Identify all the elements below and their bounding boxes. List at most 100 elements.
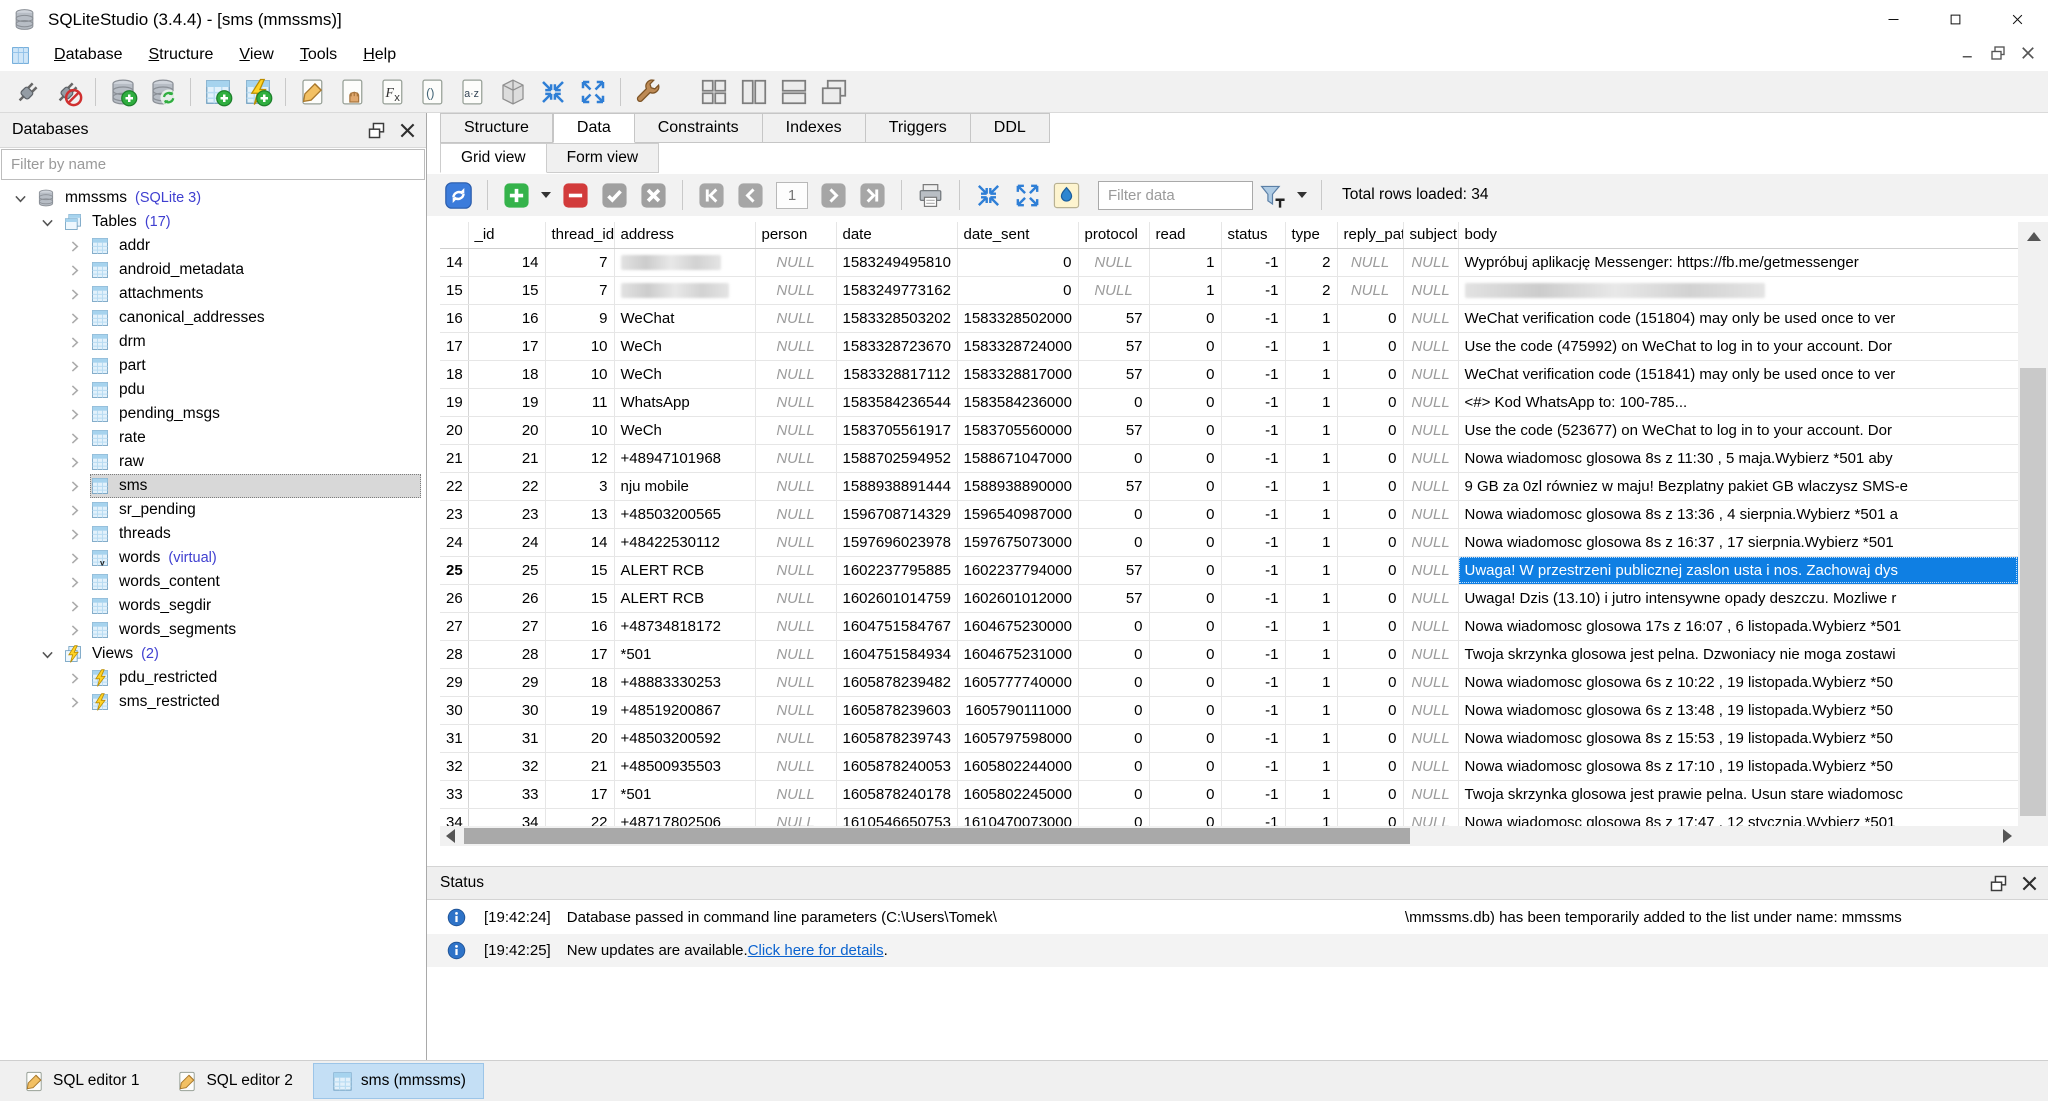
cell-subject[interactable]: NULL [1403, 332, 1458, 360]
column-header-type[interactable]: type [1285, 222, 1337, 248]
cell-thread_id[interactable]: 14 [545, 528, 614, 556]
cell-status[interactable]: -1 [1221, 556, 1285, 584]
cell-type[interactable]: 1 [1285, 528, 1337, 556]
cell-type[interactable]: 1 [1285, 584, 1337, 612]
sidebar-item-pdu-restricted[interactable]: pdu_restricted [0, 666, 426, 690]
taskbar-tab-sql-editor-2[interactable]: SQL editor 2 [159, 1063, 309, 1099]
cell-reply_path[interactable]: 0 [1337, 584, 1403, 612]
rollback-icon[interactable] [639, 181, 668, 210]
cell-status[interactable]: -1 [1221, 388, 1285, 416]
cell-date[interactable]: 1602601014759 [836, 584, 957, 612]
cell-protocol[interactable]: 0 [1078, 696, 1149, 724]
cell-date_sent[interactable]: 1604675231000 [957, 640, 1078, 668]
column-header-reply_path[interactable]: reply_path [1337, 222, 1403, 248]
cell-subject[interactable]: NULL [1403, 276, 1458, 304]
cell-person[interactable]: NULL [755, 752, 836, 780]
cell-date_sent[interactable]: 1597675073000 [957, 528, 1078, 556]
cell-date_sent[interactable]: 1588671047000 [957, 444, 1078, 472]
sidebar-item-sms-restricted[interactable]: sms_restricted [0, 690, 426, 714]
sidebar-item-pending-msgs[interactable]: pending_msgs [0, 402, 426, 426]
column-header-subject[interactable]: subject [1403, 222, 1458, 248]
cell-date[interactable]: 1605878239482 [836, 668, 957, 696]
cell-subject[interactable]: NULL [1403, 640, 1458, 668]
sidebar-item-words-content[interactable]: words_content [0, 570, 426, 594]
cell-protocol[interactable]: 57 [1078, 556, 1149, 584]
print-icon[interactable] [916, 181, 945, 210]
menu-help[interactable]: Help [350, 42, 409, 68]
cell-status[interactable]: -1 [1221, 780, 1285, 808]
cell-body[interactable]: Wypróbuj aplikację Messenger: https://fb… [1458, 248, 2018, 276]
cell-date_sent[interactable]: 1605802244000 [957, 752, 1078, 780]
cell-thread_id[interactable]: 3 [545, 472, 614, 500]
cell-date_sent[interactable]: 1605790111000 [957, 696, 1078, 724]
cell-type[interactable]: 1 [1285, 696, 1337, 724]
column-header-_id[interactable]: _id [468, 222, 545, 248]
cell-thread_id[interactable]: 16 [545, 612, 614, 640]
cell-person[interactable]: NULL [755, 472, 836, 500]
cell-_id[interactable]: 29 [468, 668, 545, 696]
row-number[interactable]: 21 [440, 444, 468, 472]
mdi-rows-icon[interactable] [779, 77, 809, 107]
horizontal-scrollbar[interactable] [440, 826, 2018, 846]
cell-reply_path[interactable]: 0 [1337, 752, 1403, 780]
cell-person[interactable]: NULL [755, 668, 836, 696]
menu-tools[interactable]: Tools [287, 42, 350, 68]
add-database-icon[interactable] [108, 77, 138, 107]
cell-address[interactable]: +48503200592 [614, 724, 755, 752]
cell-address[interactable] [614, 248, 755, 276]
cell-read[interactable]: 0 [1149, 724, 1221, 752]
cell-address[interactable]: *501 [614, 640, 755, 668]
cell-body[interactable]: Uwaga! W przestrzeni publicznej zaslon u… [1458, 556, 2018, 584]
cell-read[interactable]: 0 [1149, 360, 1221, 388]
column-header-address[interactable]: address [614, 222, 755, 248]
cell-reply_path[interactable]: 0 [1337, 416, 1403, 444]
close-icon[interactable] [397, 120, 418, 141]
mdi-columns-icon[interactable] [739, 77, 769, 107]
cell-address[interactable]: ALERT RCB [614, 556, 755, 584]
chev-right-icon[interactable] [66, 406, 83, 423]
row-number[interactable]: 20 [440, 416, 468, 444]
cell-protocol[interactable]: 0 [1078, 528, 1149, 556]
cell-thread_id[interactable]: 12 [545, 444, 614, 472]
sidebar-item-words[interactable]: vwords(virtual) [0, 546, 426, 570]
cell-protocol[interactable]: 0 [1078, 444, 1149, 472]
funnel-icon[interactable] [1258, 181, 1287, 210]
cell-read[interactable]: 0 [1149, 584, 1221, 612]
cell-address[interactable]: WeCh [614, 332, 755, 360]
cell-date[interactable]: 1605878239603 [836, 696, 957, 724]
row-number[interactable]: 19 [440, 388, 468, 416]
taskbar-tab-sms-mmssms-[interactable]: sms (mmssms) [313, 1063, 484, 1099]
chev-right-icon[interactable] [66, 310, 83, 327]
cell-body[interactable]: Uwaga! Dzis (13.10) i jutro intensywne o… [1458, 584, 2018, 612]
cell-body[interactable]: Twoja skrzynka glosowa jest prawie pelna… [1458, 780, 2018, 808]
cell-date[interactable]: 1583328723670 [836, 332, 957, 360]
cell-read[interactable]: 0 [1149, 444, 1221, 472]
cell-type[interactable]: 1 [1285, 640, 1337, 668]
cell-_id[interactable]: 31 [468, 724, 545, 752]
cell-subject[interactable]: NULL [1403, 248, 1458, 276]
cell-status[interactable]: -1 [1221, 416, 1285, 444]
cell-status[interactable]: -1 [1221, 668, 1285, 696]
chev-right-icon[interactable] [66, 478, 83, 495]
cell-date[interactable]: 1583705561917 [836, 416, 957, 444]
cell-body[interactable]: Nowa wiadomosc glosowa 8s z 16:37 , 17 s… [1458, 528, 2018, 556]
subtab-form-view[interactable]: Form view [547, 143, 659, 173]
cell-status[interactable]: -1 [1221, 248, 1285, 276]
cell-person[interactable]: NULL [755, 444, 836, 472]
cell-type[interactable]: 1 [1285, 500, 1337, 528]
column-header-body[interactable]: body [1458, 222, 2018, 248]
cell-type[interactable]: 2 [1285, 276, 1337, 304]
sidebar-item-rate[interactable]: rate [0, 426, 426, 450]
cell-read[interactable]: 0 [1149, 612, 1221, 640]
column-header-thread_id[interactable]: thread_id [545, 222, 614, 248]
cell-address[interactable]: ALERT RCB [614, 584, 755, 612]
cell-reply_path[interactable]: 0 [1337, 388, 1403, 416]
dropdown-caret-icon[interactable] [541, 192, 551, 198]
row-number[interactable]: 30 [440, 696, 468, 724]
cell-reply_path[interactable]: 0 [1337, 360, 1403, 388]
chev-right-icon[interactable] [66, 454, 83, 471]
cell-date_sent[interactable]: 1605797598000 [957, 724, 1078, 752]
cell-person[interactable]: NULL [755, 500, 836, 528]
cell-thread_id[interactable]: 17 [545, 780, 614, 808]
cell-type[interactable]: 1 [1285, 416, 1337, 444]
